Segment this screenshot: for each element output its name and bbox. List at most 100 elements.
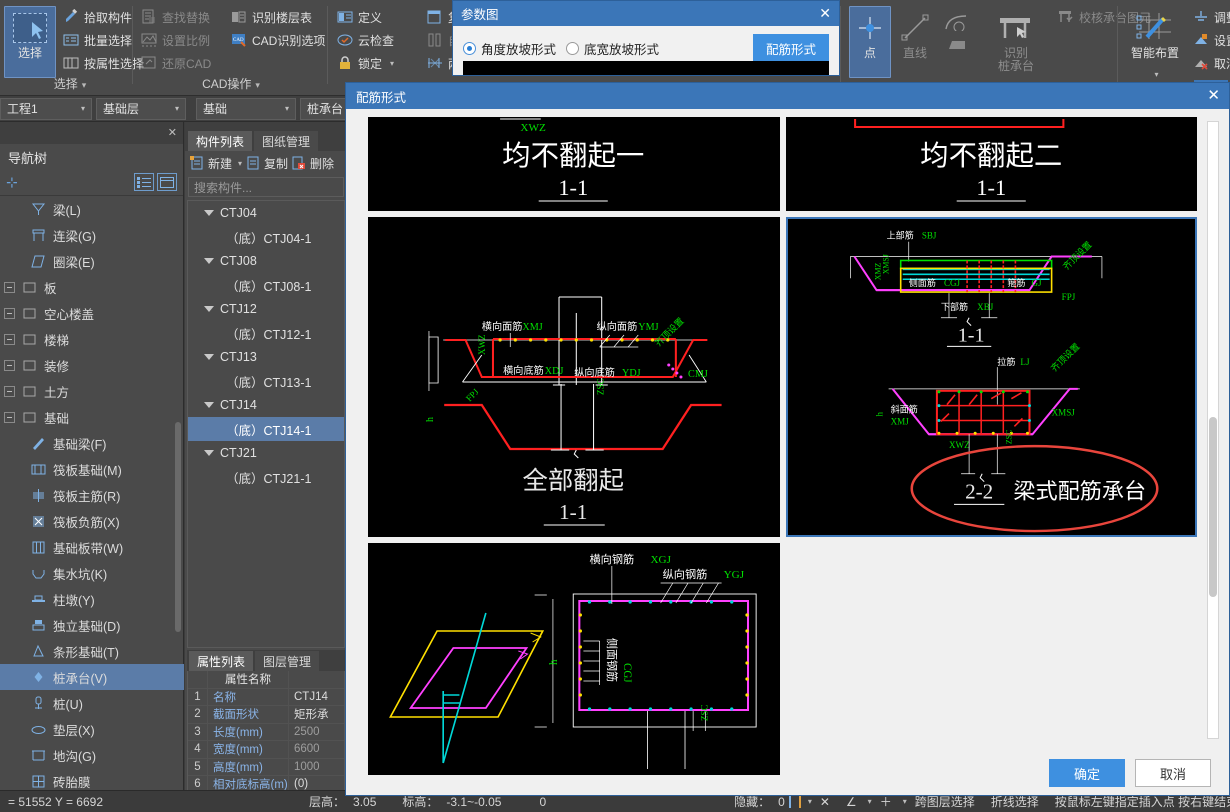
nav-item-cushion[interactable]: 垫层(X) bbox=[0, 716, 184, 742]
component-group[interactable]: CTJ13 bbox=[188, 345, 344, 369]
new-chevron-down-icon[interactable]: ▾ bbox=[238, 159, 242, 168]
nav-item-strip-foundation[interactable]: 条形基础(T) bbox=[0, 638, 184, 664]
nav-item-earthwork[interactable]: 土方 bbox=[0, 378, 184, 404]
nav-item-raft-foundation[interactable]: 筏板基础(M) bbox=[0, 456, 184, 482]
expander-icon[interactable] bbox=[4, 333, 15, 345]
rebar-cell-no-upturn-2[interactable]: 均不翻起二 1-1 bbox=[785, 117, 1197, 211]
nav-item-foundation[interactable]: 基础 bbox=[0, 404, 184, 430]
recognize-pile-cap-button[interactable]: 识别 桩承台 bbox=[985, 6, 1047, 78]
nav-scrollbar[interactable] bbox=[175, 422, 181, 632]
rebar-cell-beam-type-cap[interactable]: 上部筋 SBJ 侧面筋 CGJ 箍筋 GJ 下部筋 XBJ 齐顶设置 FPJ X… bbox=[785, 217, 1197, 537]
nav-item-column-pier[interactable]: 柱墩(Y) bbox=[0, 586, 184, 612]
rebar-dialog-scrollbar[interactable] bbox=[1207, 121, 1219, 739]
close-icon[interactable]: ✕ bbox=[168, 126, 177, 139]
expander-icon[interactable] bbox=[4, 411, 15, 423]
highlight-toggle-icon[interactable] bbox=[798, 795, 801, 808]
set-scale-item[interactable]: 设置比例 bbox=[138, 29, 213, 51]
list-view-icon[interactable] bbox=[134, 173, 154, 191]
property-row[interactable]: 5 高度(mm) 1000 bbox=[188, 758, 344, 776]
select-by-attribute-item[interactable]: 按属性选择 bbox=[60, 52, 147, 74]
intersect-icon[interactable]: ✕ bbox=[812, 795, 838, 809]
nav-item-decoration[interactable]: 装修 bbox=[0, 352, 184, 378]
radio-bottom-width-slope[interactable]: 底宽放坡形式 bbox=[566, 39, 659, 58]
tab-layer-management[interactable]: 图层管理 bbox=[255, 651, 320, 671]
property-value[interactable]: 2500 bbox=[288, 723, 344, 740]
tab-drawing-management[interactable]: 图纸管理 bbox=[254, 131, 319, 151]
close-icon[interactable]: ✕ bbox=[1207, 87, 1220, 104]
batch-select-item[interactable]: 批量选择 bbox=[60, 29, 135, 51]
nav-item-pile-cap[interactable]: 桩承台(V) bbox=[0, 664, 184, 690]
expander-icon[interactable] bbox=[4, 307, 15, 319]
adjust-rebar-item[interactable]: 调整钢 bbox=[1190, 6, 1230, 28]
expander-triangle-icon[interactable] bbox=[204, 306, 214, 312]
smart-layout-button[interactable]: 智能布置 ▾ bbox=[1121, 4, 1189, 79]
define-item[interactable]: 定义 bbox=[334, 6, 385, 28]
expander-icon[interactable] bbox=[4, 385, 15, 397]
expander-triangle-icon[interactable] bbox=[204, 210, 214, 216]
select-tool-button[interactable]: 选择 bbox=[4, 6, 56, 78]
ok-button[interactable]: 确定 bbox=[1049, 759, 1125, 787]
component-item[interactable]: （底）CTJ14-1 bbox=[188, 417, 344, 441]
expander-triangle-icon[interactable] bbox=[204, 402, 214, 408]
nav-item-ring-beam[interactable]: 圈梁(E) bbox=[0, 248, 184, 274]
property-row[interactable]: 4 宽度(mm) 6600 bbox=[188, 741, 344, 759]
nav-item-isolated-foundation[interactable]: 独立基础(D) bbox=[0, 612, 184, 638]
property-value[interactable]: 6600 bbox=[288, 741, 344, 758]
property-value[interactable]: 矩形承 bbox=[288, 706, 344, 723]
point-tool-button[interactable]: 点 bbox=[849, 6, 891, 78]
rebar-cell-no-upturn-1[interactable]: XWZ 均不翻起一 1-1 bbox=[368, 117, 780, 211]
copy-component-button[interactable]: 复制 bbox=[245, 155, 288, 172]
delete-component-button[interactable]: 删除 bbox=[291, 155, 334, 172]
tab-component-list[interactable]: 构件列表 bbox=[188, 131, 253, 151]
angle-icon[interactable]: ∠ bbox=[838, 795, 865, 809]
new-component-button[interactable]: 新建 ▾ bbox=[189, 155, 242, 172]
arc-rect-tools[interactable] bbox=[937, 6, 977, 78]
nav-item-foundation-beam[interactable]: 基础梁(F) bbox=[0, 430, 184, 456]
set-cap-item[interactable]: 设置承 bbox=[1190, 29, 1230, 51]
nav-tree[interactable]: 梁(L) 连梁(G) 圈梁(E) 板空心楼盖 楼梯 装修 土方 基础 基础梁(F) 筏板基础(M)… bbox=[0, 196, 184, 812]
component-items[interactable]: CTJ04 （底）CTJ04-1 CTJ08 （底）CTJ08-1 CTJ12 （底）CT… bbox=[187, 200, 345, 648]
component-item[interactable]: （底）CTJ04-1 bbox=[188, 225, 344, 249]
nav-item-beam[interactable]: 梁(L) bbox=[0, 196, 184, 222]
expander-triangle-icon[interactable] bbox=[204, 258, 214, 264]
property-value[interactable]: CTJ14 bbox=[288, 688, 344, 705]
pick-component-item[interactable]: 拾取构件 bbox=[60, 6, 135, 28]
property-row[interactable]: 3 长度(mm) 2500 bbox=[188, 723, 344, 741]
lock-chevron-down-icon[interactable]: ▾ bbox=[390, 59, 394, 68]
nav-item-hollow-floor[interactable]: 空心楼盖 bbox=[0, 300, 184, 326]
category-combo[interactable]: 基础 ▾ bbox=[196, 97, 296, 120]
component-item[interactable]: （底）CTJ21-1 bbox=[188, 465, 344, 489]
line-tool-button[interactable]: 直线 bbox=[893, 6, 937, 78]
rebar-dialog-scroll-thumb[interactable] bbox=[1209, 417, 1217, 597]
nav-item-slab[interactable]: 板 bbox=[0, 274, 184, 300]
component-item[interactable]: （底）CTJ08-1 bbox=[188, 273, 344, 297]
nav-item-stair[interactable]: 楼梯 bbox=[0, 326, 184, 352]
cancel-button[interactable]: 取消 bbox=[1135, 759, 1211, 787]
expander-icon[interactable] bbox=[4, 281, 15, 293]
close-icon[interactable]: ✕ bbox=[819, 5, 831, 21]
search-component-input[interactable]: 搜索构件... bbox=[188, 177, 344, 197]
property-row[interactable]: 1 名称 CTJ14 bbox=[188, 688, 344, 706]
nav-item-raft-main-rebar[interactable]: 筏板主筋(R) bbox=[0, 482, 184, 508]
rebar-form-button[interactable]: 配筋形式 bbox=[752, 34, 829, 63]
expander-icon[interactable] bbox=[4, 359, 15, 371]
panel-view-icon[interactable] bbox=[157, 173, 177, 191]
nav-item-trench[interactable]: 地沟(G) bbox=[0, 742, 184, 768]
add-icon[interactable]: ⊹ bbox=[6, 174, 18, 191]
nav-item-raft-negative-rebar[interactable]: 筏板负筋(X) bbox=[0, 508, 184, 534]
component-group[interactable]: CTJ12 bbox=[188, 297, 344, 321]
nav-item-coupling-beam[interactable]: 连梁(G) bbox=[0, 222, 184, 248]
cloud-check-item[interactable]: 云检查 bbox=[334, 29, 397, 51]
find-replace-item[interactable]: 查找替换 bbox=[138, 6, 213, 28]
nav-item-pile[interactable]: 桩(U) bbox=[0, 690, 184, 716]
cad-recognize-options-item[interactable]: CAD CAD识别选项 bbox=[228, 29, 328, 51]
rebar-cell-all-upturn[interactable]: 横向面筋 XMJ 纵向面筋 YMJ 横向底筋 XDJ 纵向底筋 YDJ 齐顶设置… bbox=[368, 217, 780, 537]
expander-triangle-icon[interactable] bbox=[204, 354, 214, 360]
component-group[interactable]: CTJ21 bbox=[188, 441, 344, 465]
nav-item-foundation-band[interactable]: 基础板带(W) bbox=[0, 534, 184, 560]
component-group[interactable]: CTJ14 bbox=[188, 393, 344, 417]
smart-layout-chevron-down-icon[interactable]: ▾ bbox=[1154, 70, 1158, 79]
recognize-floor-table-item[interactable]: 识别楼层表 bbox=[228, 6, 315, 28]
component-group[interactable]: CTJ08 bbox=[188, 249, 344, 273]
project-combo[interactable]: 工程1 ▾ bbox=[0, 97, 92, 120]
